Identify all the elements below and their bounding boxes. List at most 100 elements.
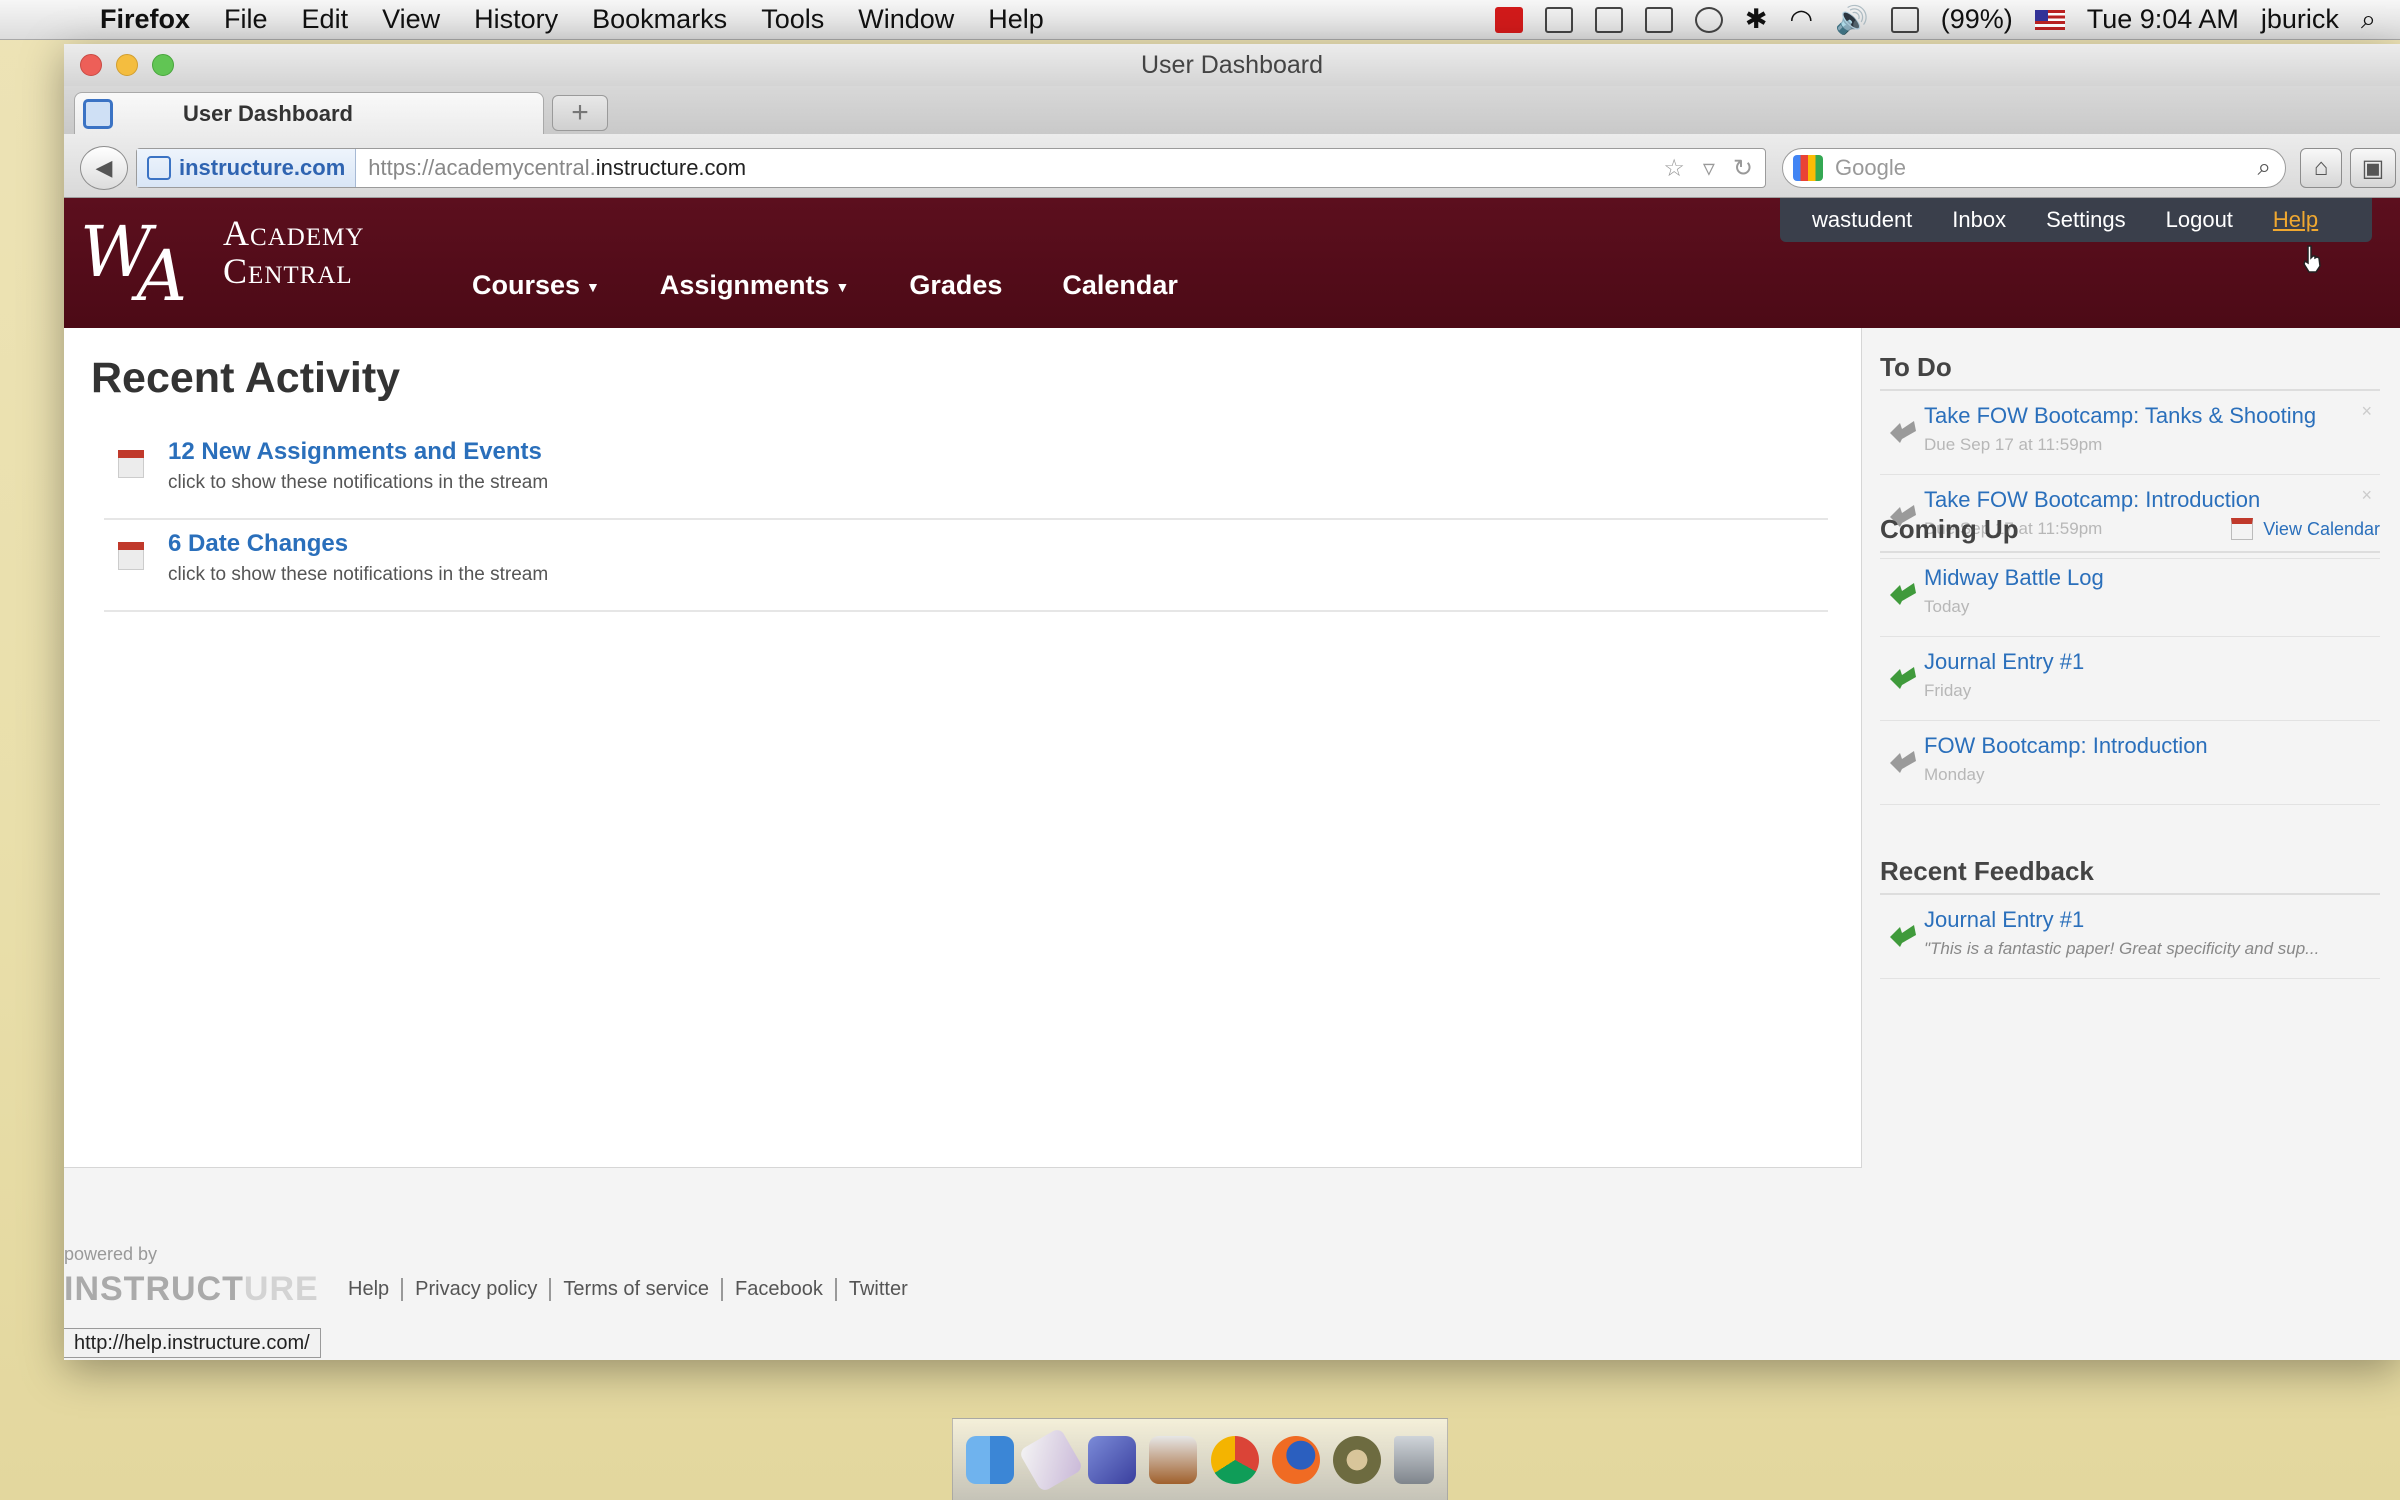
finder-icon[interactable]	[966, 1435, 1015, 1484]
coming-up-title[interactable]: Midway Battle Log	[1924, 565, 2104, 591]
dismiss-icon[interactable]: ×	[2361, 485, 2372, 506]
photo-app-icon[interactable]	[1332, 1435, 1381, 1484]
instructure-logo[interactable]: INSTRUCTURE	[64, 1270, 319, 1309]
footer-terms-link[interactable]: Terms of service	[549, 1278, 721, 1301]
new-tab-button[interactable]: +	[552, 95, 608, 131]
minimize-window-icon[interactable]	[116, 54, 138, 76]
bookmark-star-icon[interactable]: ☆	[1663, 154, 1685, 183]
nav-grades[interactable]: Grades	[909, 270, 1002, 301]
footer-twitter-link[interactable]: Twitter	[834, 1278, 920, 1301]
coming-up-title[interactable]: Journal Entry #1	[1924, 649, 2084, 675]
window-title: User Dashboard	[1140, 50, 1324, 79]
url-prefix: https://academycentral.	[368, 155, 596, 180]
battery-icon[interactable]	[1890, 6, 1919, 33]
footer-facebook-link[interactable]: Facebook	[721, 1278, 835, 1301]
nav-courses[interactable]: Courses ▼	[472, 270, 600, 301]
logo-line2: Central	[223, 251, 353, 291]
site-identity-button[interactable]: instructure.com	[137, 149, 357, 187]
coming-up-item[interactable]: Midway Battle Log Today	[1880, 553, 2380, 637]
todo-title[interactable]: Take FOW Bootcamp: Introduction	[1924, 487, 2260, 513]
menu-history[interactable]: History	[474, 4, 558, 35]
feedback-item[interactable]: Journal Entry #1 "This is a fantastic pa…	[1880, 895, 2380, 979]
caret-down-icon: ▼	[835, 278, 850, 295]
presentation-app-icon[interactable]	[1149, 1435, 1198, 1484]
coming-up-item[interactable]: Journal Entry #1 Friday	[1880, 637, 2380, 721]
url-text[interactable]: https://academycentral.instructure.com	[356, 155, 746, 181]
firefox-icon[interactable]	[1271, 1435, 1320, 1484]
view-calendar-label: View Calendar	[2263, 518, 2380, 539]
footer-privacy-link[interactable]: Privacy policy	[401, 1278, 549, 1301]
quiz-icon	[1890, 751, 1916, 773]
tab-user-dashboard[interactable]: User Dashboard	[74, 92, 544, 134]
assignment-icon	[1890, 583, 1916, 605]
site-identity-icon	[147, 156, 171, 180]
menu-view[interactable]: View	[382, 4, 440, 35]
clip-icon[interactable]	[1594, 6, 1623, 33]
help-link[interactable]: Help	[2273, 207, 2318, 233]
time-machine-icon[interactable]	[1694, 6, 1723, 33]
activity-title[interactable]: 6 Date Changes	[168, 530, 348, 558]
macos-dock	[952, 1418, 1448, 1500]
nav-assignments[interactable]: Assignments ▼	[660, 270, 849, 301]
home-button[interactable]: ⌂	[2300, 148, 2342, 188]
coming-up-title[interactable]: FOW Bootcamp: Introduction	[1924, 733, 2208, 759]
activity-item[interactable]: 6 Date Changes click to show these notif…	[104, 520, 1828, 612]
nav-calendar[interactable]: Calendar	[1062, 270, 1178, 301]
dismiss-icon[interactable]: ×	[2361, 401, 2372, 422]
toolbar-menu-button[interactable]: ▣	[2350, 148, 2396, 188]
activity-item[interactable]: 12 New Assignments and Events click to s…	[104, 428, 1828, 520]
menubar-clock[interactable]: Tue 9:04 AM	[2087, 4, 2239, 35]
record-indicator-icon[interactable]	[1494, 6, 1523, 33]
spotlight-search-icon[interactable]: ⌕	[2361, 4, 2376, 36]
us-flag-input-icon[interactable]	[2034, 9, 2065, 30]
menubar-user[interactable]: jburick	[2261, 4, 2339, 35]
home-icon: ⌂	[2313, 154, 2329, 181]
menu-bookmarks[interactable]: Bookmarks	[592, 4, 727, 35]
feedback-title[interactable]: Journal Entry #1	[1924, 907, 2084, 933]
activity-title[interactable]: 12 New Assignments and Events	[168, 438, 542, 466]
inbox-link[interactable]: Inbox	[1952, 207, 2006, 233]
wa-monogram-icon: WA	[80, 211, 187, 317]
screen-capture-icon[interactable]	[1544, 6, 1573, 33]
menu-file[interactable]: File	[224, 4, 268, 35]
settings-link[interactable]: Settings	[2046, 207, 2126, 233]
window-layout-icon: ▣	[2361, 154, 2385, 182]
footer-help-link[interactable]: Help	[336, 1278, 401, 1301]
drawing-app-icon[interactable]	[1088, 1435, 1137, 1484]
zoom-window-icon[interactable]	[152, 54, 174, 76]
view-calendar-link[interactable]: View Calendar	[2231, 518, 2380, 540]
back-button[interactable]: ◀	[80, 146, 128, 190]
trash-icon[interactable]	[1393, 1435, 1434, 1484]
activity-subtitle: click to show these notifications in the…	[168, 472, 549, 493]
reload-icon[interactable]: ↻	[1733, 154, 1753, 183]
history-dropdown-icon[interactable]: ▿	[1703, 154, 1715, 183]
todo-title[interactable]: Take FOW Bootcamp: Tanks & Shooting	[1924, 403, 2316, 429]
logout-link[interactable]: Logout	[2166, 207, 2233, 233]
search-bar[interactable]: Google ⌕	[1782, 148, 2286, 188]
menu-window[interactable]: Window	[858, 4, 954, 35]
coming-up-when: Monday	[1924, 765, 1985, 784]
menu-help[interactable]: Help	[988, 4, 1044, 35]
search-engine-icon[interactable]	[1793, 155, 1823, 181]
menu-tools[interactable]: Tools	[761, 4, 824, 35]
main-nav: Courses ▼ Assignments ▼ Grades Calendar	[472, 270, 1178, 301]
instructure-logo-faded: URE	[243, 1270, 319, 1308]
activity-subtitle: click to show these notifications in the…	[168, 564, 549, 585]
user-name-link[interactable]: wastudent	[1812, 207, 1912, 233]
todo-item[interactable]: Take FOW Bootcamp: Tanks & Shooting Due …	[1880, 391, 2380, 475]
menu-app-firefox[interactable]: Firefox	[100, 4, 190, 35]
search-icon[interactable]: ⌕	[2258, 154, 2271, 182]
page-title: Recent Activity	[91, 354, 401, 402]
display-icon[interactable]	[1644, 6, 1673, 33]
eraser-app-icon[interactable]	[1018, 1426, 1085, 1493]
chrome-icon[interactable]	[1210, 1435, 1259, 1484]
menu-edit[interactable]: Edit	[302, 4, 349, 35]
close-window-icon[interactable]	[80, 54, 102, 76]
volume-icon[interactable]: 🔊	[1835, 4, 1869, 36]
coming-up-item[interactable]: FOW Bootcamp: Introduction Monday	[1880, 721, 2380, 805]
url-bar[interactable]: instructure.com https://academycentral.i…	[136, 148, 1766, 188]
wifi-icon[interactable]: ◠	[1790, 4, 1814, 35]
bluetooth-icon[interactable]: ✱	[1745, 4, 1768, 35]
search-input[interactable]: Google	[1835, 155, 1906, 181]
academy-central-logo[interactable]: WA Academy Central	[80, 211, 364, 317]
